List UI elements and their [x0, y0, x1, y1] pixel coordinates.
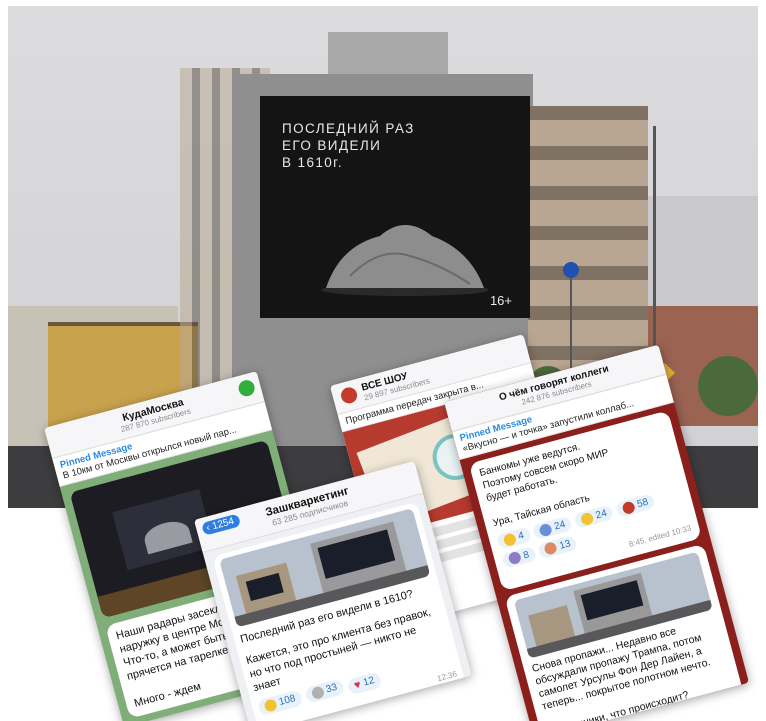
- avatar: [339, 385, 359, 406]
- billboard-text: ПОСЛЕДНИЙ РАЗ ЕГО ВИДЕЛИ В 1610г.: [282, 120, 415, 171]
- billboard-line: ПОСЛЕДНИЙ РАЗ: [282, 121, 415, 136]
- covered-object-icon: [321, 225, 489, 296]
- emoji-icon: [310, 685, 326, 701]
- heart-icon: ♥: [352, 678, 363, 692]
- billboard-line: ЕГО ВИДЕЛИ: [282, 138, 382, 153]
- road-sign-icon: [563, 262, 579, 278]
- laugh-emoji-icon: [263, 698, 278, 713]
- reaction-chip[interactable]: 58: [615, 493, 656, 518]
- billboard: ПОСЛЕДНИЙ РАЗ ЕГО ВИДЕЛИ В 1610г. 16+: [260, 96, 530, 318]
- tree: [698, 356, 758, 416]
- reaction-chip[interactable]: 24: [573, 504, 615, 529]
- billboard-line: В 1610г.: [282, 155, 344, 170]
- age-rating: 16+: [489, 293, 512, 308]
- reaction-chip[interactable]: 4: [496, 526, 532, 550]
